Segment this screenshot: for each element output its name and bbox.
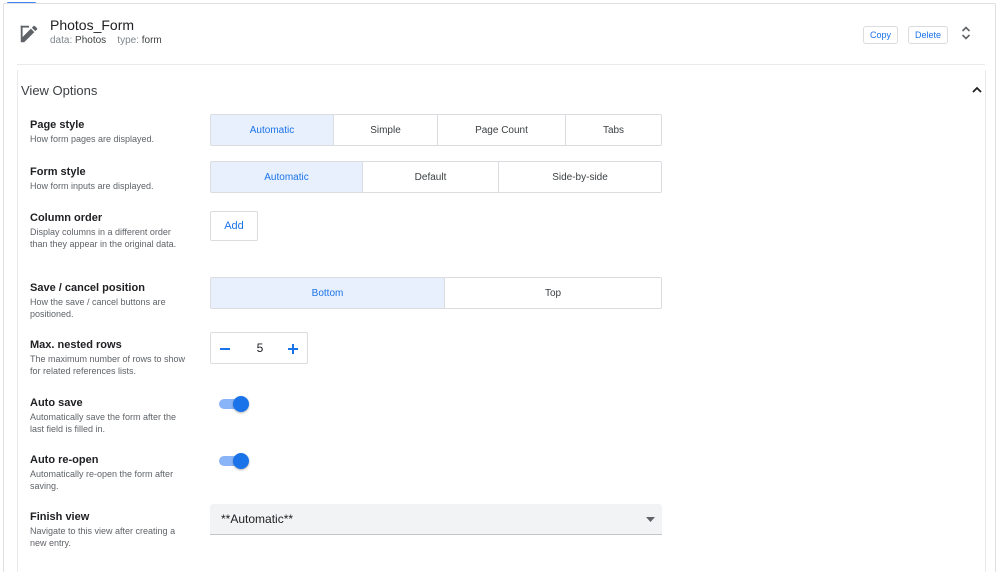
column-order-label: Column order	[30, 212, 103, 224]
max-nested-stepper: 5	[210, 332, 308, 364]
form-style-selector: Automatic Default Side-by-side	[210, 161, 662, 193]
page-style-option-simple[interactable]: Simple	[334, 115, 438, 145]
save-cancel-desc: How the save / cancel buttons are positi…	[30, 297, 166, 319]
save-cancel-label: Save / cancel position	[30, 282, 145, 294]
page-style-option-page-count[interactable]: Page Count	[438, 115, 566, 145]
form-style-label: Form style	[30, 166, 86, 178]
auto-reopen-label: Auto re-open	[30, 454, 99, 466]
view-title: Photos_Form	[50, 17, 135, 33]
dropdown-caret-icon	[646, 517, 655, 522]
data-key: data:	[50, 35, 73, 46]
chevron-up-icon[interactable]	[971, 85, 983, 95]
max-nested-value[interactable]: 5	[251, 341, 269, 355]
finish-view-select[interactable]: **Automatic**	[210, 504, 662, 535]
form-style-option-side-by-side[interactable]: Side-by-side	[499, 162, 661, 192]
type-key: type:	[117, 35, 139, 46]
form-style-desc: How form inputs are displayed.	[30, 181, 154, 191]
finish-view-label: Finish view	[30, 511, 90, 523]
view-editor-panel: Photos_Form data: Photos type: form Copy…	[3, 3, 996, 572]
form-style-option-automatic[interactable]: Automatic	[211, 162, 363, 192]
delete-button[interactable]: Delete	[908, 26, 949, 44]
auto-save-toggle[interactable]	[219, 396, 249, 412]
column-order-desc: Display columns in a different order tha…	[30, 227, 177, 249]
max-nested-label: Max. nested rows	[30, 339, 122, 351]
finish-view-value: **Automatic**	[221, 512, 294, 526]
auto-reopen-toggle[interactable]	[219, 453, 249, 469]
view-options-section: View Options Page style How form pages a…	[17, 70, 986, 572]
page-style-option-tabs[interactable]: Tabs	[566, 115, 661, 145]
copy-button[interactable]: Copy	[863, 26, 899, 44]
save-cancel-selector: Bottom Top	[210, 277, 662, 309]
page-style-desc: How form pages are displayed.	[30, 134, 155, 144]
save-cancel-option-top[interactable]: Top	[445, 278, 661, 308]
data-value: Photos	[75, 35, 107, 46]
toggle-thumb	[233, 453, 249, 469]
toggle-thumb	[233, 396, 249, 412]
edit-icon	[20, 25, 38, 43]
view-header: Photos_Form data: Photos type: form Copy…	[4, 4, 995, 57]
auto-save-desc: Automatically save the form after the la…	[30, 412, 177, 434]
page-style-option-automatic[interactable]: Automatic	[211, 115, 334, 145]
save-cancel-option-bottom[interactable]: Bottom	[211, 278, 445, 308]
page-style-selector: Automatic Simple Page Count Tabs	[210, 114, 662, 146]
view-subtitle: data: Photos type: form	[50, 35, 162, 46]
auto-reopen-desc: Automatically re-open the form after sav…	[30, 469, 174, 491]
type-value: form	[141, 35, 162, 46]
page-style-label: Page style	[30, 119, 85, 131]
max-nested-desc: The maximum number of rows to show for r…	[30, 354, 186, 376]
header-divider	[17, 64, 985, 65]
finish-view-desc: Navigate to this view after creating a n…	[30, 526, 176, 548]
auto-save-label: Auto save	[30, 397, 83, 409]
minus-icon[interactable]	[217, 341, 233, 357]
form-style-option-default[interactable]: Default	[363, 162, 499, 192]
section-title[interactable]: View Options	[21, 83, 97, 98]
add-column-order-button[interactable]: Add	[210, 211, 258, 241]
plus-icon[interactable]	[285, 341, 301, 357]
unfold-icon[interactable]	[959, 25, 973, 41]
